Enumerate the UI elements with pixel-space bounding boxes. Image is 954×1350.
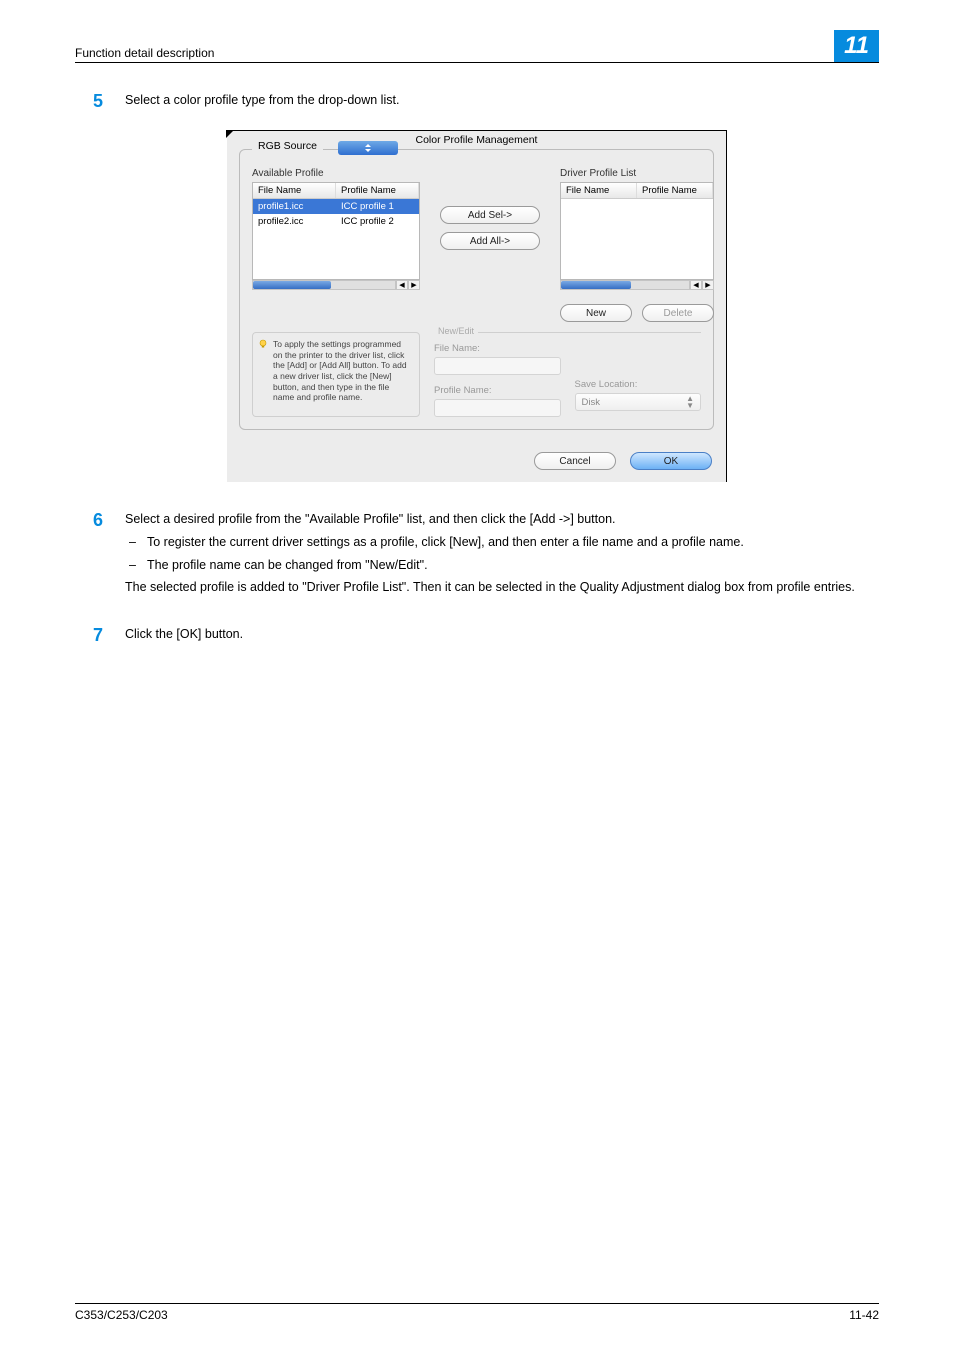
profile-name-label: Profile Name:: [434, 385, 561, 396]
chapter-number: 11: [834, 30, 879, 62]
step-7-number: 7: [75, 625, 125, 646]
color-profile-dialog: Color Profile Management RGB Source Avai…: [227, 130, 727, 482]
col-file-name: File Name: [253, 183, 336, 198]
col-file-name: File Name: [561, 183, 637, 198]
source-dropdown[interactable]: [338, 141, 398, 155]
ok-button[interactable]: OK: [630, 452, 712, 470]
add-all-button[interactable]: Add All->: [440, 232, 540, 250]
step-6-text: Select a desired profile from the "Avail…: [125, 510, 879, 529]
step-6-sub2: The profile name can be changed from "Ne…: [147, 556, 879, 575]
file-name-label: File Name:: [434, 343, 561, 354]
save-location-select[interactable]: Disk ▲▼: [575, 393, 702, 411]
new-button[interactable]: New: [560, 304, 632, 322]
add-selected-button[interactable]: Add Sel->: [440, 206, 540, 224]
footer-page: 11-42: [849, 1308, 879, 1322]
chevron-updown-icon: [363, 143, 373, 153]
section-title: Function detail description: [75, 46, 214, 60]
col-profile-name: Profile Name: [336, 183, 419, 198]
available-profile-list[interactable]: File Name Profile Name profile1.icc ICC …: [252, 182, 420, 280]
list-item[interactable]: profile1.icc ICC profile 1: [253, 199, 419, 214]
tip-box: To apply the settings programmed on the …: [252, 332, 420, 417]
delete-button[interactable]: Delete: [642, 304, 714, 322]
lightbulb-icon: [258, 339, 268, 349]
available-profile-label: Available Profile: [252, 168, 420, 179]
step-6-para: The selected profile is added to "Driver…: [125, 578, 879, 597]
save-location-label: Save Location:: [575, 379, 702, 390]
step-7-text: Click the [OK] button.: [125, 625, 879, 644]
hscrollbar[interactable]: ◀▶: [252, 280, 420, 290]
driver-profile-label: Driver Profile List: [560, 168, 714, 179]
chevron-updown-icon: ▲▼: [686, 395, 694, 409]
file-name-input[interactable]: [434, 357, 561, 375]
driver-profile-list[interactable]: File Name Profile Name: [560, 182, 714, 280]
cancel-button[interactable]: Cancel: [534, 452, 616, 470]
col-profile-name: Profile Name: [637, 183, 713, 198]
step-6-sub1: To register the current driver settings …: [147, 533, 879, 552]
source-tab-label: RGB Source: [252, 140, 323, 152]
profile-name-input[interactable]: [434, 399, 561, 417]
new-edit-label: New/Edit: [434, 326, 478, 336]
step-6-number: 6: [75, 510, 125, 531]
list-item[interactable]: profile2.icc ICC profile 2: [253, 214, 419, 229]
step-5-text: Select a color profile type from the dro…: [125, 91, 879, 110]
step-5-number: 5: [75, 91, 125, 112]
footer-model: C353/C253/C203: [75, 1308, 168, 1322]
hscrollbar[interactable]: ◀▶: [560, 280, 714, 290]
